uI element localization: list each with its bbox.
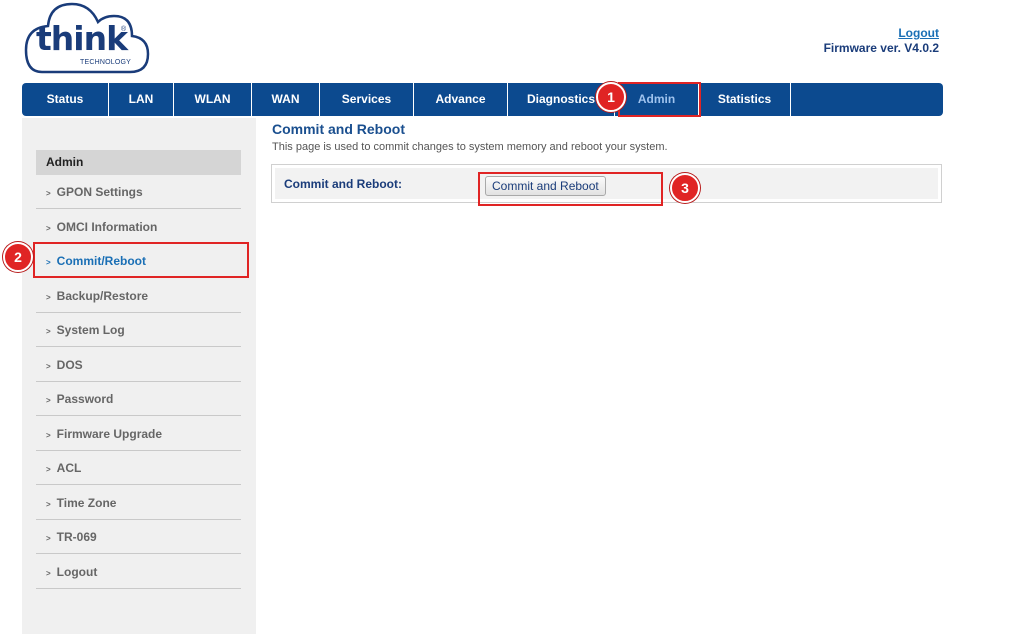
sidebar-item-logout[interactable]: > Logout	[36, 555, 241, 589]
nav-tab-status[interactable]: Status	[22, 83, 109, 116]
sidebar-item-firmware-upgrade[interactable]: > Firmware Upgrade	[36, 417, 241, 451]
sidebar-item-label: TR-069	[56, 530, 97, 544]
nav-tab-services[interactable]: Services	[320, 83, 414, 116]
chevron-right-icon: >	[46, 500, 51, 509]
chevron-right-icon: >	[46, 465, 51, 474]
sidebar-item-dos[interactable]: > DOS	[36, 348, 241, 382]
page-title: Commit and Reboot	[272, 121, 405, 137]
nav-tab-advance[interactable]: Advance	[414, 83, 508, 116]
highlight-admin-tab	[618, 82, 701, 117]
sidebar-item-gpon-settings[interactable]: > GPON Settings	[36, 175, 241, 209]
commit-reboot-label: Commit and Reboot:	[284, 177, 402, 191]
highlight-commit-reboot-item	[33, 242, 249, 278]
sidebar-item-label: Backup/Restore	[56, 289, 149, 303]
sidebar-item-label: Firmware Upgrade	[56, 427, 163, 441]
chevron-right-icon: >	[46, 396, 51, 405]
step-badge-1: 1	[596, 82, 626, 112]
sidebar-item-label: Password	[56, 392, 114, 406]
chevron-right-icon: >	[46, 293, 51, 302]
chevron-right-icon: >	[46, 189, 51, 198]
sidebar-item-label: ACL	[56, 461, 82, 475]
highlight-commit-button	[478, 172, 663, 206]
firmware-version: Firmware ver. V4.0.2	[823, 41, 939, 55]
sidebar-item-password[interactable]: > Password	[36, 382, 241, 416]
sidebar-item-label: OMCI Information	[56, 220, 158, 234]
logo-tagline: TECHNOLOGY	[80, 59, 132, 66]
nav-tab-lan[interactable]: LAN	[109, 83, 174, 116]
chevron-right-icon: >	[46, 327, 51, 336]
sidebar-item-omci-information[interactable]: > OMCI Information	[36, 210, 241, 244]
chevron-right-icon: >	[46, 431, 51, 440]
chevron-right-icon: >	[46, 569, 51, 578]
sidebar-item-acl[interactable]: > ACL	[36, 451, 241, 485]
registered-mark: ®	[121, 26, 127, 33]
step-badge-3: 3	[670, 173, 700, 203]
main-nav: Status LAN WLAN WAN Services Advance Dia…	[22, 83, 943, 116]
nav-tab-statistics[interactable]: Statistics	[699, 83, 791, 116]
sidebar-item-label: Logout	[56, 565, 98, 579]
nav-tab-wlan[interactable]: WLAN	[174, 83, 252, 116]
step-badge-2: 2	[3, 242, 33, 272]
sidebar-item-tr-069[interactable]: > TR-069	[36, 520, 241, 554]
logout-link[interactable]: Logout	[898, 26, 939, 40]
sidebar-item-label: DOS	[56, 358, 83, 372]
sidebar-item-system-log[interactable]: > System Log	[36, 313, 241, 347]
chevron-right-icon: >	[46, 224, 51, 233]
sidebar-item-label: System Log	[56, 323, 125, 337]
chevron-right-icon: >	[46, 362, 51, 371]
sidebar-item-backup-restore[interactable]: > Backup/Restore	[36, 279, 241, 313]
logo-wordmark: think	[36, 19, 128, 58]
sidebar-item-time-zone[interactable]: > Time Zone	[36, 486, 241, 520]
page-description: This page is used to commit changes to s…	[272, 141, 668, 153]
sidebar-item-label: GPON Settings	[56, 185, 143, 199]
nav-tab-wan[interactable]: WAN	[252, 83, 320, 116]
sidebar: Admin > GPON Settings > OMCI Information >…	[22, 118, 256, 634]
sidebar-heading: Admin	[36, 150, 241, 175]
sidebar-item-label: Time Zone	[56, 496, 117, 510]
think-logo: think ® TECHNOLOGY	[22, 2, 150, 74]
chevron-right-icon: >	[46, 534, 51, 543]
